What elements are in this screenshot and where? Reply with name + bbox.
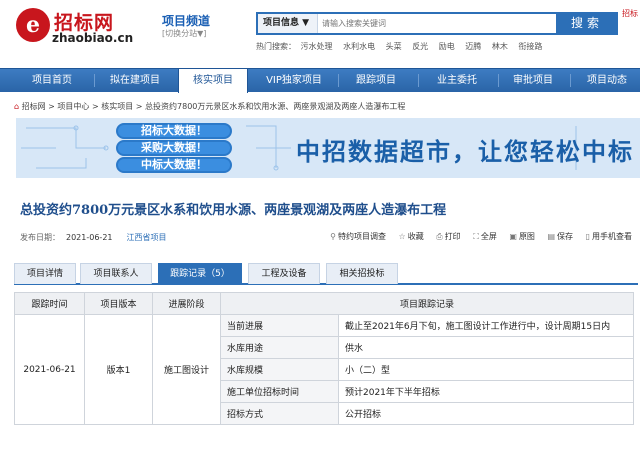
breadcrumb: ⌂ 招标网 > 项目中心 > 核实项目 > 总投资约7800万元景区水系和饮用水… xyxy=(14,101,405,112)
search-button[interactable]: 搜索 xyxy=(556,12,618,35)
breadcrumb-separator: > xyxy=(48,102,55,111)
nav-divider xyxy=(418,74,419,87)
nav-item-planned[interactable]: 拟在建项目 xyxy=(98,69,172,92)
hot-keyword[interactable]: 励电 xyxy=(439,42,455,51)
hot-keyword[interactable]: 水利水电 xyxy=(343,42,375,51)
main-nav: 项目首页 拟在建项目 核实项目 VIP独家项目 跟踪项目 业主委托 审批项目 项… xyxy=(0,68,640,93)
record-value: 公开招标 xyxy=(338,402,634,425)
nav-item-tracking[interactable]: 跟踪项目 xyxy=(342,69,410,92)
record-key: 水库用途 xyxy=(220,336,339,359)
print-action[interactable]: ⎙ 打印 xyxy=(436,232,460,241)
hot-searches: 热门搜索： 污水处理 水利水电 头菜 反光 励电 迈腾 林木 衔接路 xyxy=(256,41,550,52)
channel-title: 项目频道 xyxy=(162,14,211,28)
nav-item-owner-commission[interactable]: 业主委托 xyxy=(422,69,492,92)
image-icon: ▣ xyxy=(509,232,517,241)
fullscreen-action[interactable]: ⛶ 全屏 xyxy=(473,232,497,241)
printer-icon: ⎙ xyxy=(436,232,443,241)
hot-keyword[interactable]: 衔接路 xyxy=(518,42,542,51)
banner-pill-procurement: 采购大数据！ xyxy=(116,140,232,156)
banner-pill-award: 中标大数据！ xyxy=(116,157,232,173)
promo-banner[interactable]: 招标大数据！ 采购大数据！ 中标大数据！ 中招数据超市，让您轻松中标 xyxy=(16,118,640,178)
magnifier-icon: ⚲ xyxy=(330,232,336,241)
home-icon[interactable]: ⌂ xyxy=(14,102,19,111)
column-header: 进展阶段 xyxy=(152,292,221,315)
breadcrumb-separator: > xyxy=(135,102,143,111)
tab-tracking-records[interactable]: 跟踪记录（5） xyxy=(158,263,242,284)
action-toolbar: ⚲ 特约项目调查 ☆ 收藏 ⎙ 打印 ⛶ 全屏 ▣ 原图 ▤ 保存 ▯ 用手机查看 xyxy=(320,231,632,242)
hot-keyword[interactable]: 迈腾 xyxy=(465,42,481,51)
header-corner-link[interactable]: 招标 xyxy=(622,8,640,19)
project-meta: 发布日期： 2021-06-21 江西省项目 xyxy=(20,232,167,243)
nav-divider xyxy=(570,74,571,87)
record-value: 小（二）型 xyxy=(338,358,634,381)
breadcrumb-separator: > xyxy=(91,102,99,111)
record-value: 供水 xyxy=(338,336,634,359)
hot-keyword[interactable]: 污水处理 xyxy=(301,42,333,51)
record-value: 预计2021年下半年招标 xyxy=(338,380,634,403)
column-header: 项目版本 xyxy=(84,292,153,315)
phone-icon: ▯ xyxy=(585,232,590,241)
detail-tabs: 项目详情 项目联系人 跟踪记录（5） 工程及设备 相关招投标 xyxy=(14,263,638,285)
logo-domain: zhaobiao.cn xyxy=(52,31,134,45)
search-input[interactable] xyxy=(322,16,550,31)
record-key: 招标方式 xyxy=(220,402,339,425)
nav-item-vip[interactable]: VIP独家项目 xyxy=(256,69,332,92)
hot-search-label: 热门搜索： xyxy=(256,42,296,51)
tab-contacts[interactable]: 项目联系人 xyxy=(80,263,152,284)
nav-divider xyxy=(498,74,499,87)
hot-keyword[interactable]: 反光 xyxy=(412,42,428,51)
tab-related-bids[interactable]: 相关招投标 xyxy=(326,263,398,284)
table-row: 2021-06-21 版本1 施工图设计 当前进展 截止至2021年6月下旬，施… xyxy=(14,314,634,425)
tab-equipment[interactable]: 工程及设备 xyxy=(248,263,320,284)
nav-item-approval[interactable]: 审批项目 xyxy=(502,69,564,92)
column-header: 项目跟踪记录 xyxy=(220,292,634,315)
record-key: 施工单位招标时间 xyxy=(220,380,339,403)
hot-keyword[interactable]: 林木 xyxy=(492,42,508,51)
breadcrumb-item[interactable]: 招标网 xyxy=(22,102,46,111)
save-action[interactable]: ▤ 保存 xyxy=(547,232,573,241)
publish-date-label: 发布日期： xyxy=(20,233,60,242)
survey-action[interactable]: ⚲ 特约项目调查 xyxy=(330,232,386,241)
favorite-action[interactable]: ☆ 收藏 xyxy=(399,232,424,241)
tab-details[interactable]: 项目详情 xyxy=(14,263,76,284)
save-icon: ▤ xyxy=(547,232,556,241)
breadcrumb-item[interactable]: 核实项目 xyxy=(101,102,133,111)
nav-item-news[interactable]: 项目动态 xyxy=(576,69,638,92)
tracking-table: 跟踪时间 项目版本 进展阶段 项目跟踪记录 2021-06-21 版本1 施工图… xyxy=(14,292,634,425)
nav-divider xyxy=(338,74,339,87)
mobile-view-action[interactable]: ▯ 用手机查看 xyxy=(586,232,632,241)
banner-pill-bidding: 招标大数据！ xyxy=(116,123,232,139)
nav-item-verified[interactable]: 核实项目 xyxy=(178,68,248,93)
original-image-action[interactable]: ▣ 原图 xyxy=(509,232,535,241)
nav-divider xyxy=(94,74,95,87)
search-type-select[interactable]: 项目信息 ▼ xyxy=(258,14,318,33)
publish-date: 2021-06-21 xyxy=(66,233,113,242)
breadcrumb-item[interactable]: 项目中心 xyxy=(57,102,89,111)
expand-icon: ⛶ xyxy=(473,232,479,241)
site-logo[interactable]: e 招标网 zhaobiao.cn xyxy=(16,6,136,46)
record-key: 当前进展 xyxy=(220,314,339,337)
record-key: 水库规模 xyxy=(220,358,339,381)
progress-stage: 施工图设计 xyxy=(152,314,221,425)
project-title: 总投资约7800万元景区水系和饮用水源、两座景观湖及两座人造瀑布工程 xyxy=(20,203,447,218)
nav-item-home[interactable]: 项目首页 xyxy=(18,69,86,92)
star-icon: ☆ xyxy=(398,232,406,241)
tracking-date: 2021-06-21 xyxy=(14,314,85,425)
table-header-row: 跟踪时间 项目版本 进展阶段 项目跟踪记录 xyxy=(14,292,634,315)
branch-switch-link[interactable]: [切换分站▼] xyxy=(162,28,206,39)
project-version: 版本1 xyxy=(84,314,153,425)
search-bar: 项目信息 ▼ 搜索 xyxy=(256,12,618,35)
column-header: 跟踪时间 xyxy=(14,292,85,315)
region-link[interactable]: 江西省项目 xyxy=(127,233,167,242)
banner-headline: 中招数据超市，让您轻松中标 xyxy=(296,138,634,166)
record-value: 截止至2021年6月下旬，施工图设计工作进行中，设计周期15日内 xyxy=(338,314,634,337)
hot-keyword[interactable]: 头菜 xyxy=(386,42,402,51)
site-header: e 招标网 zhaobiao.cn 项目频道 [切换分站▼] 项目信息 ▼ 搜索… xyxy=(0,0,640,68)
logo-mark-icon: e xyxy=(16,8,50,42)
breadcrumb-current: 总投资约7800万元景区水系和饮用水源、两座景观湖及两座人造瀑布工程 xyxy=(145,102,406,111)
